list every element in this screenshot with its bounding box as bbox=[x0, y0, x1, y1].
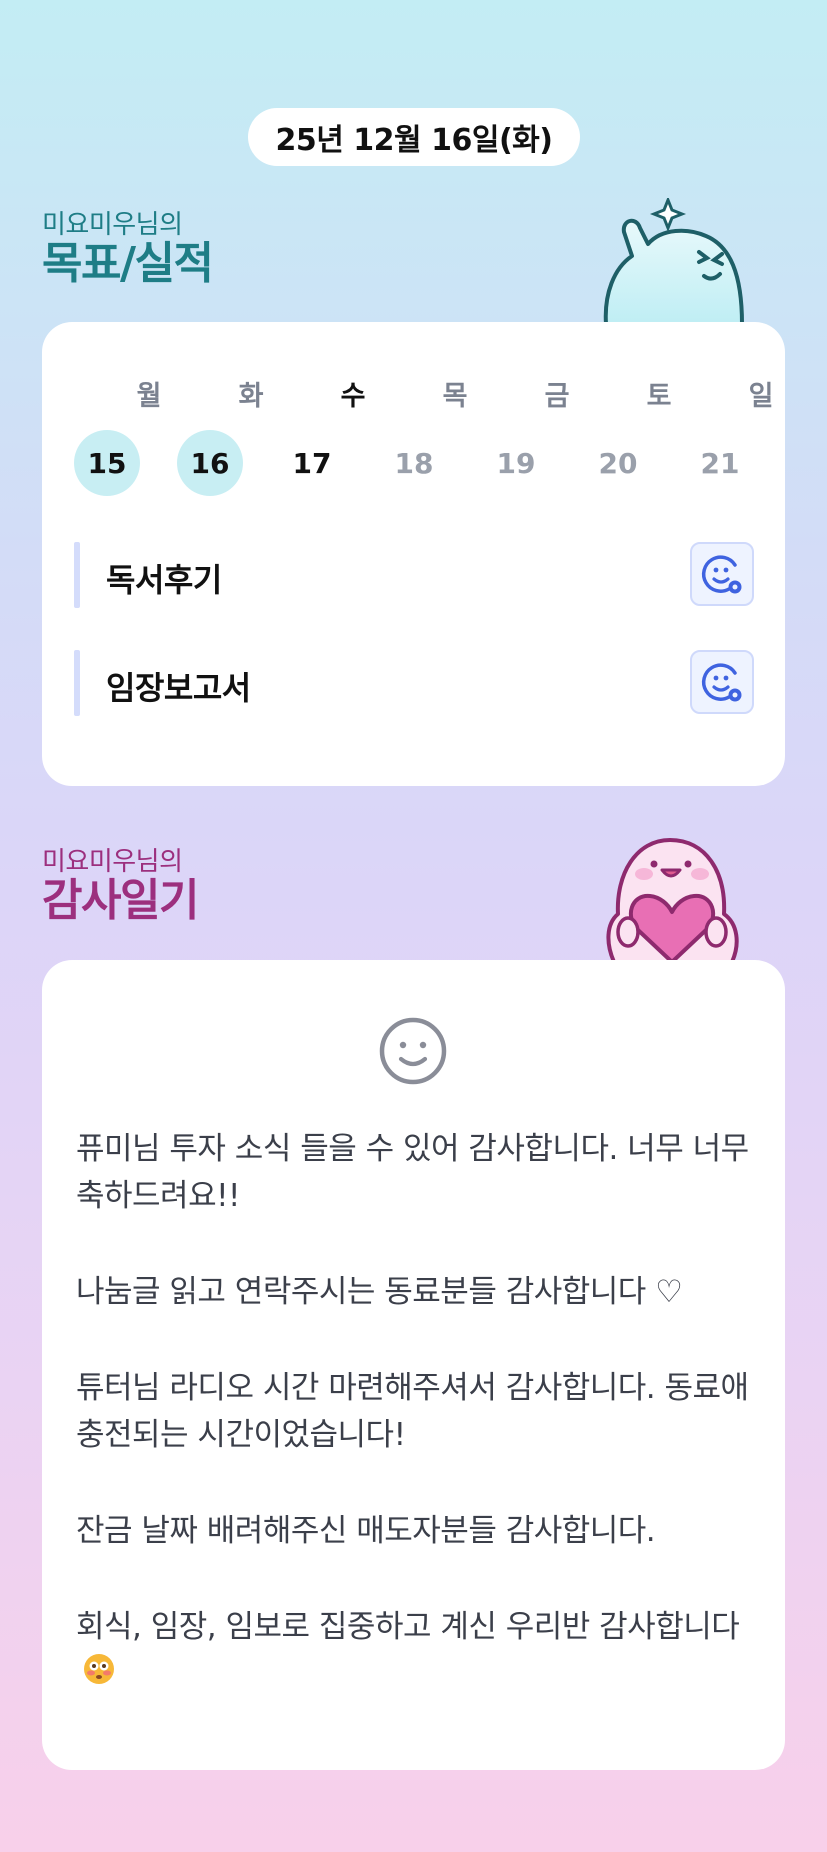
gratitude-subtitle: 미요미우님의 bbox=[42, 847, 183, 877]
gratitude-entry: 나눔글 읽고 연락주시는 동료분들 감사합니다 ♡ bbox=[76, 1274, 683, 1310]
date-pill[interactable]: 25년 12월 16일(화) bbox=[248, 108, 580, 166]
calendar-day[interactable]: 19 bbox=[483, 430, 549, 496]
weekday-label: 금 bbox=[544, 381, 570, 412]
calendar-day[interactable]: 17 bbox=[279, 430, 345, 496]
goal-accent-bar bbox=[74, 542, 80, 608]
add-feedback-button[interactable] bbox=[690, 650, 754, 714]
calendar-day[interactable]: 21 bbox=[687, 430, 753, 496]
goal-label: 독서후기 bbox=[106, 561, 222, 599]
gratitude-card: 퓨미님 투자 소식 들을 수 있어 감사합니다. 너무 너무 축하드려요!! 나… bbox=[42, 960, 785, 1770]
weekday-label: 목 bbox=[442, 381, 468, 412]
goals-section-title: 미요미우님의 목표/실적 bbox=[42, 210, 214, 289]
goal-item[interactable]: 독서후기 bbox=[74, 542, 754, 608]
date-label: 25년 12월 16일(화) bbox=[275, 123, 553, 158]
goals-card: 월 화 수 목 금 토 일 15 16 17 18 19 20 21 독서후기 bbox=[42, 322, 785, 786]
gratitude-title: 감사일기 bbox=[42, 875, 199, 926]
goal-label: 임장보고서 bbox=[106, 669, 251, 707]
flushed-face-emoji-icon bbox=[82, 1652, 116, 1700]
gratitude-entry: 잔금 날짜 배려해주신 매도자분들 감사합니다. bbox=[76, 1513, 656, 1549]
calendar-day[interactable]: 18 bbox=[381, 430, 447, 496]
gratitude-section-title: 미요미우님의 감사일기 bbox=[42, 847, 199, 926]
smiley-add-icon bbox=[701, 663, 742, 702]
gratitude-entries: 퓨미님 투자 소식 들을 수 있어 감사합니다. 너무 너무 축하드려요!! 나… bbox=[76, 1126, 756, 1749]
weekday-label: 일 bbox=[748, 381, 774, 412]
add-feedback-button[interactable] bbox=[690, 542, 754, 606]
goal-accent-bar bbox=[74, 650, 80, 716]
calendar-day[interactable]: 20 bbox=[585, 430, 651, 496]
pink-mascot-illustration bbox=[606, 838, 739, 962]
weekday-label: 수 bbox=[340, 381, 366, 412]
blue-mascot-illustration bbox=[603, 198, 744, 324]
gratitude-entry: 퓨미님 투자 소식 들을 수 있어 감사합니다. 너무 너무 축하드려요!! bbox=[76, 1131, 749, 1214]
goals-title: 목표/실적 bbox=[42, 238, 214, 289]
gratitude-entry: 튜터님 라디오 시간 마련해주셔서 감사합니다. 동료애 충전되는 시간이었습니… bbox=[76, 1370, 749, 1453]
gratitude-entry: 회식, 임장, 임보로 집중하고 계신 우리반 감사합니다 bbox=[76, 1609, 740, 1645]
weekday-label: 토 bbox=[646, 381, 672, 412]
weekday-label: 화 bbox=[238, 381, 264, 412]
calendar-day[interactable]: 15 bbox=[74, 430, 140, 496]
smiley-icon[interactable] bbox=[379, 1017, 447, 1085]
calendar-day[interactable]: 16 bbox=[177, 430, 243, 496]
smiley-add-icon bbox=[701, 555, 742, 594]
weekday-label: 월 bbox=[136, 381, 162, 412]
goal-item[interactable]: 임장보고서 bbox=[74, 650, 754, 716]
goals-subtitle: 미요미우님의 bbox=[42, 210, 183, 240]
gratitude-entry-last: 회식, 임장, 임보로 집중하고 계신 우리반 감사합니다 bbox=[76, 1604, 756, 1700]
